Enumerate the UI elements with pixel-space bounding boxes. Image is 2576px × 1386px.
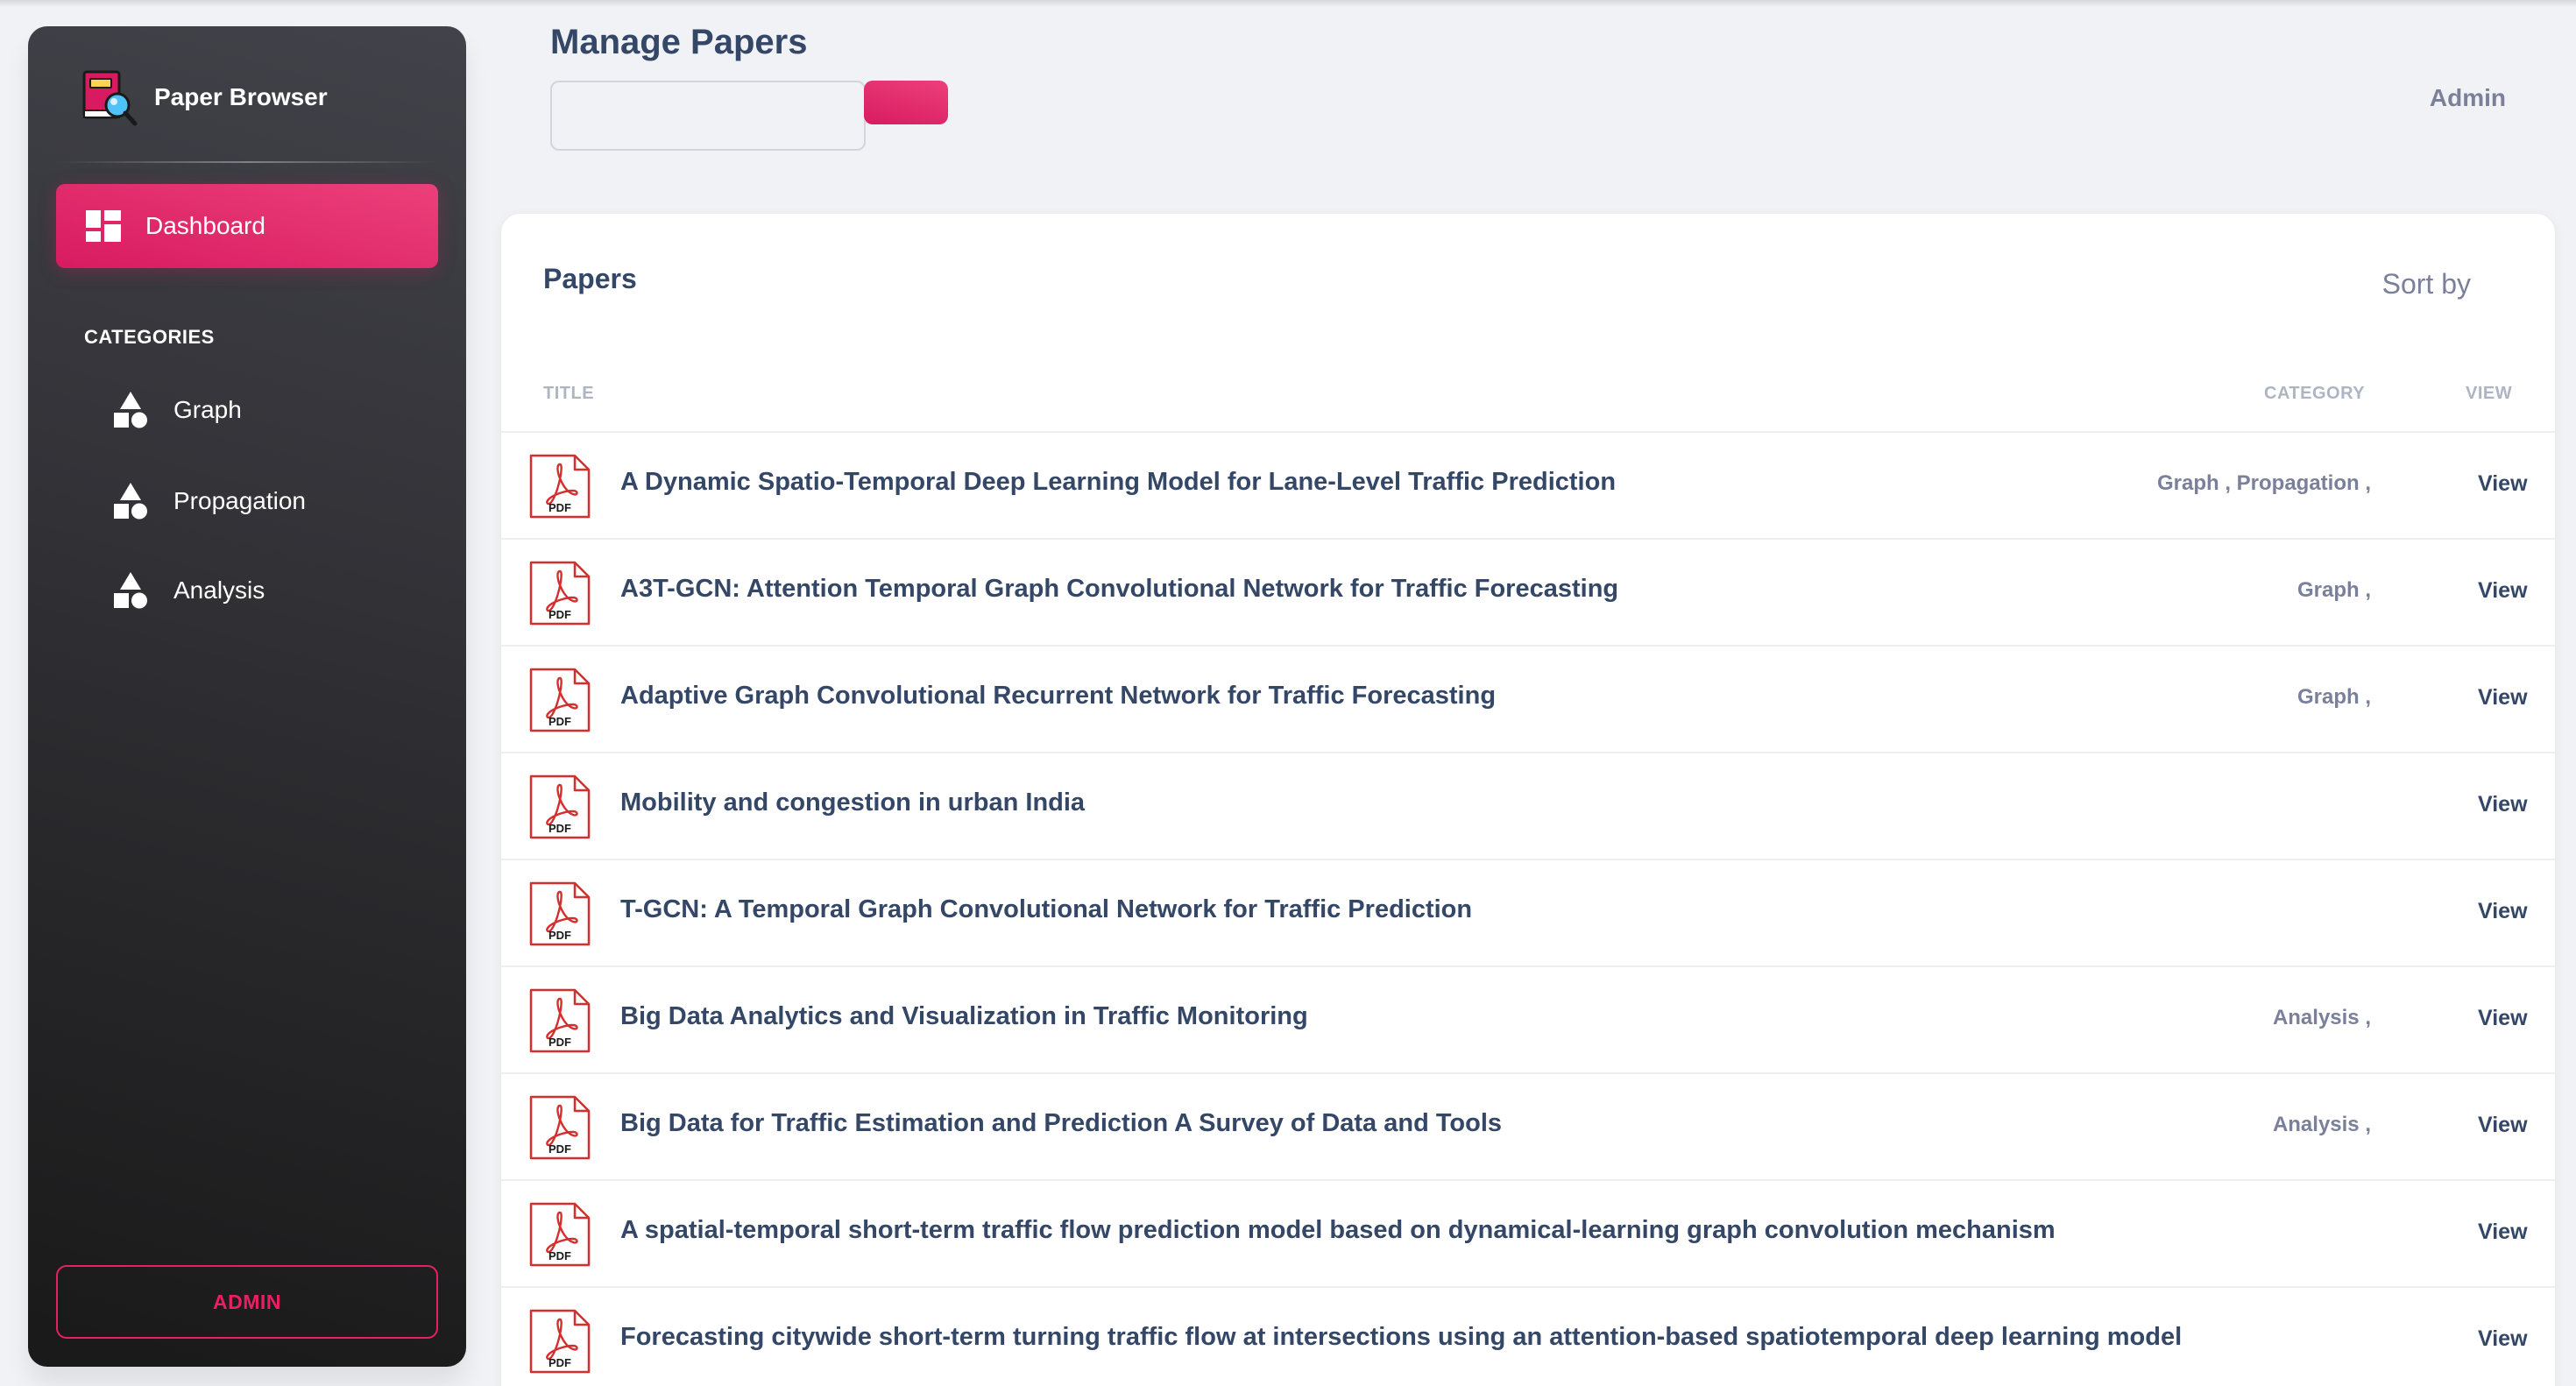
search-button[interactable]	[864, 81, 948, 124]
table-row[interactable]: PDF Mobility and congestion in urban Indi…	[501, 752, 2555, 859]
sidebar-item-label: Dashboard	[145, 212, 265, 239]
dashboard-icon	[86, 210, 121, 242]
categories-heading: CATEGORIES	[84, 326, 215, 348]
table-row[interactable]: PDF Adaptive Graph Convolutional Recurren…	[501, 645, 2555, 752]
pdf-label: PDF	[548, 715, 571, 728]
pdf-label: PDF	[548, 1036, 571, 1049]
paper-title[interactable]: Forecasting citywide short-term turning …	[620, 1323, 2182, 1352]
view-link[interactable]: View	[2478, 1220, 2528, 1245]
shapes-icon	[114, 483, 147, 520]
pdf-file-icon[interactable]: PDF	[527, 454, 592, 519]
paper-title[interactable]: Big Data Analytics and Visualization in …	[620, 1002, 1308, 1031]
shapes-icon	[114, 572, 147, 609]
table-row[interactable]: PDF A spatial-temporal short-term traffic…	[501, 1179, 2555, 1286]
top-shadow	[0, 0, 2576, 7]
view-link[interactable]: View	[2478, 471, 2528, 497]
view-link[interactable]: View	[2478, 685, 2528, 711]
pdf-file-icon[interactable]: PDF	[527, 1095, 592, 1160]
column-header-title[interactable]: TITLE	[543, 384, 594, 404]
sort-by-dropdown[interactable]: Sort by	[2382, 268, 2471, 301]
paper-browser-logo-icon	[82, 70, 138, 126]
sidebar-item-propagation[interactable]: Propagation	[56, 463, 438, 540]
paper-title[interactable]: Adaptive Graph Convolutional Recurrent N…	[620, 682, 1496, 711]
paper-title[interactable]: A spatial-temporal short-term traffic fl…	[620, 1216, 2056, 1245]
table-row[interactable]: PDF A3T-GCN: Attention Temporal Graph Con…	[501, 538, 2555, 645]
pdf-label: PDF	[548, 929, 571, 942]
view-link[interactable]: View	[2478, 1326, 2528, 1352]
view-link[interactable]: View	[2478, 578, 2528, 604]
brand-name: Paper Browser	[154, 83, 328, 110]
pdf-file-icon[interactable]: PDF	[527, 561, 592, 626]
card-title: Papers	[543, 263, 637, 294]
paper-title[interactable]: A Dynamic Spatio-Temporal Deep Learning …	[620, 468, 1616, 497]
brand[interactable]: Paper Browser	[81, 67, 328, 128]
sidebar-item-analysis[interactable]: Analysis	[56, 552, 438, 629]
pdf-file-icon[interactable]: PDF	[527, 988, 592, 1053]
view-link[interactable]: View	[2478, 899, 2528, 924]
sidebar-item-graph[interactable]: Graph	[56, 371, 438, 449]
pdf-label: PDF	[548, 608, 571, 621]
paper-title[interactable]: A3T-GCN: Attention Temporal Graph Convol…	[620, 575, 1618, 604]
table-row[interactable]: PDF Forecasting citywide short-term turni…	[501, 1286, 2555, 1386]
pdf-label: PDF	[548, 1142, 571, 1156]
paper-category: Graph ,	[2296, 578, 2371, 602]
sidebar-divider	[56, 161, 438, 163]
table-row[interactable]: PDF A Dynamic Spatio-Temporal Deep Learni…	[501, 431, 2555, 538]
paper-category: Analysis ,	[2272, 1006, 2371, 1029]
pdf-label: PDF	[548, 501, 571, 514]
table-row[interactable]: PDF T-GCN: A Temporal Graph Convolutional…	[501, 859, 2555, 965]
view-link[interactable]: View	[2478, 1006, 2528, 1031]
sidebar-item-label: Analysis	[173, 576, 265, 604]
shapes-icon	[114, 392, 147, 428]
paper-category: Analysis ,	[2272, 1113, 2371, 1136]
paper-title[interactable]: Mobility and congestion in urban India	[620, 788, 1085, 817]
page-title: Manage Papers	[550, 23, 808, 61]
paper-category: Graph , Propagation ,	[2156, 471, 2371, 495]
search-input[interactable]	[550, 81, 866, 151]
paper-category: Graph ,	[2296, 685, 2371, 709]
table-row[interactable]: PDF Big Data Analytics and Visualization …	[501, 965, 2555, 1072]
admin-user-link[interactable]: Admin	[2430, 84, 2506, 112]
pdf-file-icon[interactable]: PDF	[527, 774, 592, 839]
pdf-file-icon[interactable]: PDF	[527, 668, 592, 732]
pdf-file-icon[interactable]: PDF	[527, 1309, 592, 1374]
sidebar-item-label: Graph	[173, 396, 242, 423]
sidebar-item-dashboard[interactable]: Dashboard	[56, 184, 438, 268]
sidebar-item-label: Propagation	[173, 487, 307, 514]
papers-card: Papers Sort by TITLE CATEGORY VIEW PDF A …	[501, 214, 2555, 1386]
pdf-label: PDF	[548, 822, 571, 835]
paper-title[interactable]: Big Data for Traffic Estimation and Pred…	[620, 1109, 1502, 1138]
column-header-category[interactable]: CATEGORY	[2264, 384, 2365, 404]
pdf-file-icon[interactable]: PDF	[527, 1202, 592, 1267]
papers-table: PDF A Dynamic Spatio-Temporal Deep Learni…	[501, 431, 2555, 1386]
table-row[interactable]: PDF Big Data for Traffic Estimation and P…	[501, 1072, 2555, 1179]
pdf-file-icon[interactable]: PDF	[527, 881, 592, 946]
paper-title[interactable]: T-GCN: A Temporal Graph Convolutional Ne…	[620, 895, 1472, 924]
view-link[interactable]: View	[2478, 792, 2528, 817]
column-header-view: VIEW	[2466, 384, 2513, 403]
pdf-label: PDF	[548, 1249, 571, 1262]
view-link[interactable]: View	[2478, 1113, 2528, 1138]
admin-button[interactable]: ADMIN	[56, 1265, 438, 1339]
sidebar: Paper Browser Dashboard CATEGORIES Graph…	[28, 26, 466, 1367]
pdf-label: PDF	[548, 1356, 571, 1369]
